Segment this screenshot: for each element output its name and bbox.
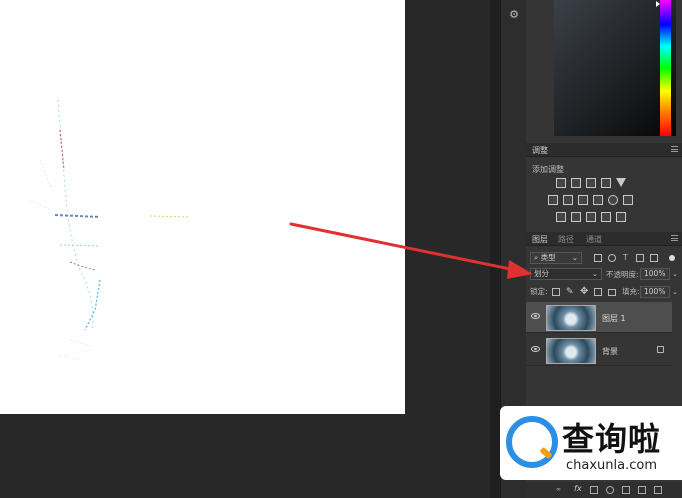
new-adjustment-layer-icon[interactable] — [606, 486, 614, 494]
watermark-brand-url: chaxunla.com — [566, 458, 657, 473]
type-filter-icon[interactable]: T — [623, 252, 628, 264]
fx-icon[interactable]: fx — [574, 484, 582, 493]
black-white-icon[interactable] — [578, 195, 588, 205]
layer-name[interactable]: 图层 1 — [602, 313, 626, 324]
opacity-value: 100% — [644, 269, 666, 278]
opacity-chevron-icon[interactable]: ⌄ — [672, 270, 678, 278]
blend-mode-value: 划分 — [534, 269, 549, 278]
link-layers-icon[interactable]: ∞ — [556, 486, 564, 494]
layer-thumbnail — [546, 338, 596, 364]
shape-filter-icon[interactable] — [636, 254, 644, 262]
workspace-gutter — [490, 0, 500, 498]
fill-input[interactable]: 100% — [640, 286, 670, 298]
invert-icon[interactable] — [556, 212, 566, 222]
chevron-down-icon: ⌄ — [571, 253, 578, 262]
color-lookup-icon[interactable] — [623, 195, 633, 205]
threshold-icon[interactable] — [586, 212, 596, 222]
color-picker — [526, 0, 682, 143]
curves-icon[interactable] — [586, 178, 596, 188]
lock-image-brush-icon[interactable]: ✎ — [566, 287, 574, 297]
layer-name[interactable]: 背景 — [602, 346, 618, 357]
brightness-contrast-icon[interactable] — [556, 178, 566, 188]
adjustment-icons-row-3 — [556, 212, 626, 222]
lock-all-icon[interactable] — [608, 289, 616, 296]
hue-slider-handle[interactable] — [656, 1, 660, 7]
hue-slider[interactable] — [660, 0, 671, 136]
pixel-filter-icon[interactable] — [594, 254, 602, 262]
layer-mask-icon[interactable] — [590, 486, 598, 494]
opacity-label: 不透明度: — [606, 270, 639, 279]
selective-color-icon[interactable] — [616, 212, 626, 222]
fill-label: 填充: — [622, 287, 640, 296]
watermark-brand-cn: 查询啦 — [562, 420, 662, 458]
smart-object-filter-icon[interactable] — [650, 254, 658, 262]
filter-toggle-icon[interactable] — [669, 255, 675, 261]
add-adjustment-label: 添加调整 — [532, 165, 564, 174]
opacity-input[interactable]: 100% — [640, 268, 670, 280]
blend-mode-row: 划分 ⌄ 不透明度: 100% ⌄ — [528, 268, 680, 282]
tab-paths[interactable]: 路径 — [558, 234, 574, 245]
filter-kind-value: 类型 — [540, 253, 556, 262]
adjustments-header: 调整 — [526, 143, 682, 157]
layers-header: 图层 路径 通道 — [526, 232, 682, 246]
chevron-down-icon: ⌄ — [591, 269, 598, 278]
search-icon: ⌕ — [534, 253, 539, 262]
layer-filter-row: ⌕ 类型 ⌄ T — [528, 252, 680, 266]
properties-icon[interactable]: ⚙ — [507, 8, 521, 22]
exposure-icon[interactable] — [601, 178, 611, 188]
posterize-icon[interactable] — [571, 212, 581, 222]
blend-mode-select[interactable]: 划分 ⌄ — [530, 268, 602, 280]
layer-filter-kind[interactable]: ⌕ 类型 ⌄ — [530, 252, 582, 264]
artboard-lock-icon[interactable] — [594, 288, 602, 296]
layer-lock-icon — [657, 346, 664, 353]
fill-value: 100% — [644, 287, 666, 296]
document-canvas[interactable] — [0, 0, 405, 414]
lock-label: 锁定: — [530, 287, 548, 296]
trash-icon[interactable] — [654, 486, 662, 494]
lock-transparent-icon[interactable] — [552, 288, 560, 296]
layer-thumbnail — [546, 305, 596, 331]
watermark: 查询啦 chaxunla.com — [500, 406, 682, 480]
layer-row-background[interactable]: 背景 — [526, 335, 672, 366]
new-layer-icon[interactable] — [638, 486, 646, 494]
lock-position-icon[interactable]: ✥ — [580, 286, 588, 297]
panel-menu-icon[interactable] — [671, 146, 678, 152]
layer-row-layer-1[interactable]: 图层 1 — [526, 302, 672, 333]
color-field[interactable] — [554, 0, 676, 136]
layers-footer: ∞ fx — [526, 482, 682, 498]
vibrance-icon[interactable] — [616, 178, 626, 187]
channel-mixer-icon[interactable] — [608, 195, 618, 205]
visibility-eye-icon[interactable] — [531, 346, 540, 352]
lock-row: 锁定: ✎ ✥ 填充: 100% ⌄ — [528, 286, 680, 300]
adjustment-filter-icon[interactable] — [608, 254, 616, 262]
photo-filter-icon[interactable] — [593, 195, 603, 205]
fill-chevron-icon[interactable]: ⌄ — [672, 288, 678, 296]
adjustment-icons-row-2 — [548, 195, 633, 205]
tab-adjustments[interactable]: 调整 — [532, 145, 548, 156]
visibility-eye-icon[interactable] — [531, 313, 540, 319]
levels-icon[interactable] — [571, 178, 581, 188]
new-group-icon[interactable] — [622, 486, 630, 494]
adjustment-icons-row-1 — [556, 178, 626, 188]
watermark-logo-icon — [506, 416, 558, 468]
canvas-artwork — [29, 99, 191, 361]
canvas-workspace — [0, 0, 490, 498]
tab-channels[interactable]: 通道 — [586, 234, 602, 245]
gradient-map-icon[interactable] — [601, 212, 611, 222]
hue-saturation-icon[interactable] — [548, 195, 558, 205]
tab-layers[interactable]: 图层 — [532, 234, 548, 245]
layers-panel-menu-icon[interactable] — [671, 235, 678, 241]
color-balance-icon[interactable] — [563, 195, 573, 205]
